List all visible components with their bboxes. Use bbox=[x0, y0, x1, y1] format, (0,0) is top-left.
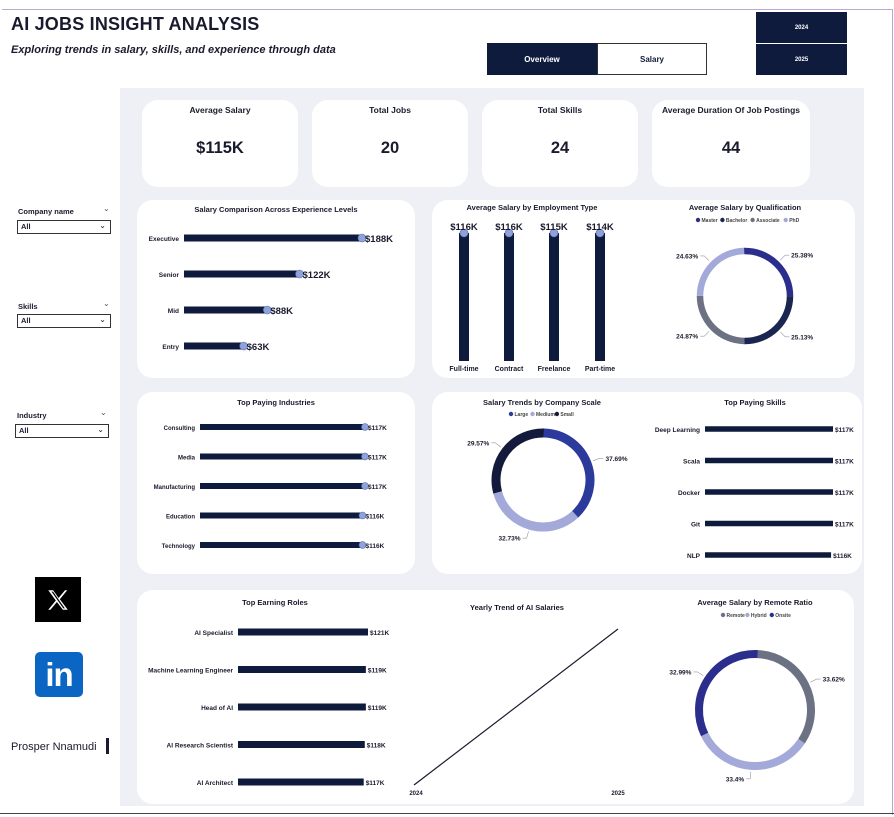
skills-dropdown[interactable]: All ⌄ bbox=[17, 314, 111, 328]
slicer-label-company: Company name bbox=[18, 207, 74, 216]
kpi-total-skills: Total Skills 24 bbox=[482, 100, 638, 187]
dropdown-value: All bbox=[21, 222, 31, 231]
card-industries bbox=[137, 392, 415, 574]
year-button-2024[interactable]: 2024 bbox=[756, 12, 847, 43]
tab-salary[interactable]: Salary bbox=[597, 43, 707, 75]
chevron-down-icon[interactable]: ⌄ bbox=[103, 204, 110, 213]
kpi-value: 44 bbox=[721, 139, 741, 157]
slicer-label-industry: Industry bbox=[17, 411, 47, 420]
kpi-label: Total Jobs bbox=[369, 105, 411, 115]
x-glyph-icon bbox=[48, 589, 68, 610]
kpi-label: Average Salary bbox=[189, 105, 251, 115]
chevron-down-icon[interactable]: ⌄ bbox=[103, 299, 110, 308]
page-subtitle: Exploring trends in salary, skills, and … bbox=[11, 44, 336, 56]
card-employment-qualification bbox=[432, 200, 855, 378]
linkedin-logo-icon[interactable]: in bbox=[35, 652, 83, 697]
author-name: Prosper Nnamudi bbox=[11, 741, 97, 753]
company-name-dropdown[interactable]: All ⌄ bbox=[17, 220, 111, 234]
kpi-total-jobs: Total Jobs 20 bbox=[312, 100, 468, 187]
qualification-chart-title: Average Salary by Qualification bbox=[688, 203, 802, 212]
kpi-label: Total Skills bbox=[537, 105, 583, 115]
company-scale-chart-title: Salary Trends by Company Scale bbox=[483, 398, 601, 407]
roles-chart-title: Top Earning Roles bbox=[242, 598, 308, 607]
chevron-down-icon: ⌄ bbox=[97, 425, 104, 434]
bottom-divider bbox=[0, 813, 894, 814]
slicer-label-skills: Skills bbox=[18, 302, 38, 311]
x-logo-icon[interactable] bbox=[35, 577, 81, 622]
chevron-down-icon: ⌄ bbox=[99, 315, 106, 324]
kpi-label: Average Duration Of Job Postings bbox=[661, 105, 801, 115]
employment-chart-title: Average Salary by Employment Type bbox=[466, 203, 598, 212]
card-experience bbox=[137, 200, 415, 378]
year-button-2025[interactable]: 2025 bbox=[756, 44, 847, 75]
card-roles-trend-remote bbox=[137, 590, 854, 804]
page-title: AI JOBS INSIGHT ANALYSIS bbox=[11, 14, 260, 34]
chevron-down-icon[interactable]: ⌄ bbox=[100, 408, 107, 417]
kpi-value: $115K bbox=[196, 139, 244, 157]
industry-dropdown[interactable]: All ⌄ bbox=[15, 424, 109, 438]
skills-chart-title: Top Paying Skills bbox=[724, 398, 786, 407]
kpi-average-salary: Average Salary $115K bbox=[142, 100, 298, 187]
tab-overview[interactable]: Overview bbox=[487, 43, 597, 75]
kpi-average-duration: Average Duration Of Job Postings 44 bbox=[652, 100, 810, 187]
author-divider bbox=[106, 738, 109, 754]
card-scale-skills bbox=[432, 392, 862, 574]
dropdown-value: All bbox=[21, 316, 31, 325]
chevron-down-icon: ⌄ bbox=[99, 221, 106, 230]
dropdown-value: All bbox=[19, 426, 29, 435]
kpi-value: 20 bbox=[380, 139, 400, 157]
yearly-trend-chart-title: Yearly Trend of AI Salaries bbox=[470, 603, 564, 612]
remote-chart-title: Average Salary by Remote Ratio bbox=[697, 598, 813, 607]
kpi-value: 24 bbox=[550, 139, 570, 157]
experience-chart-title: Salary Comparison Across Experience Leve… bbox=[194, 205, 358, 214]
industries-chart-title: Top Paying Industries bbox=[237, 398, 315, 407]
